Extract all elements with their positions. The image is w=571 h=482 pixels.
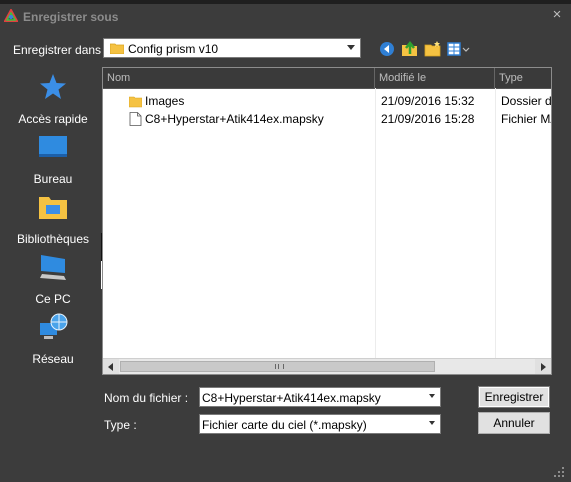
list-item[interactable]: C8+Hyperstar+Atik414ex.mapsky 21/09/2016… (103, 110, 551, 128)
place-network[interactable]: Réseau (10, 308, 96, 366)
list-item[interactable]: Images 21/09/2016 15:32 Dossier de (103, 92, 551, 110)
close-button[interactable]: × (549, 6, 565, 24)
filename-input[interactable]: C8+Hyperstar+Atik414ex.mapsky (199, 387, 441, 407)
file-list[interactable]: Nom Modifié le Type Images 21/09/2016 15… (102, 67, 552, 375)
back-icon[interactable] (378, 40, 396, 58)
save-in-dropdown[interactable]: Config prism v10 (103, 38, 361, 58)
chevron-down-icon (429, 421, 435, 425)
list-header: Nom Modifié le Type (103, 68, 551, 89)
place-libraries[interactable]: Bibliothèques (10, 188, 96, 246)
chevron-down-icon (347, 45, 355, 50)
column-divider (375, 88, 376, 358)
save-button[interactable]: Enregistrer (478, 386, 550, 408)
place-label: Réseau (32, 352, 74, 366)
filename-value: C8+Hyperstar+Atik414ex.mapsky (202, 391, 381, 405)
scroll-right-button[interactable] (535, 359, 551, 374)
current-folder-name: Config prism v10 (128, 42, 219, 56)
chevron-left-icon (108, 363, 113, 371)
column-divider (495, 88, 496, 358)
place-quick-access[interactable]: Accès rapide (10, 68, 96, 126)
save-in-label: Enregistrer dans : (13, 43, 108, 57)
horizontal-scrollbar[interactable] (103, 358, 551, 374)
desktop-icon (39, 136, 67, 157)
cancel-button[interactable]: Annuler (478, 412, 550, 434)
place-label: Bibliothèques (16, 232, 90, 246)
window-title: Enregistrer sous (23, 10, 119, 24)
chevron-down-icon (429, 394, 435, 398)
type-dropdown[interactable]: Fichier carte du ciel (*.mapsky) (199, 414, 441, 434)
up-folder-icon[interactable] (401, 40, 419, 58)
place-label: Bureau (33, 172, 73, 186)
chevron-right-icon (541, 363, 546, 371)
computer-icon (40, 255, 66, 280)
place-label: Accès rapide (18, 112, 88, 126)
column-type[interactable]: Type (495, 68, 551, 88)
app-icon (4, 9, 18, 22)
scroll-thumb[interactable] (120, 361, 435, 372)
file-name: Images (145, 94, 185, 108)
column-name[interactable]: Nom (103, 68, 375, 88)
folder-icon (110, 43, 124, 54)
scroll-left-button[interactable] (103, 359, 119, 374)
folder-icon (129, 96, 142, 108)
title-bar: Enregistrer sous × (0, 4, 571, 28)
file-name: C8+Hyperstar+Atik414ex.mapsky (145, 112, 324, 126)
file-modified: 21/09/2016 15:28 (381, 112, 475, 126)
new-folder-icon[interactable] (424, 40, 442, 58)
libraries-icon (39, 197, 67, 219)
file-type: Dossier de (501, 94, 552, 108)
place-this-pc[interactable]: Ce PC (10, 248, 96, 306)
place-desktop[interactable]: Bureau (10, 128, 96, 186)
star-icon (40, 74, 66, 99)
place-label: Ce PC (35, 292, 71, 306)
view-menu-icon[interactable] (447, 40, 471, 58)
file-modified: 21/09/2016 15:32 (381, 94, 475, 108)
type-label: Type : (104, 418, 137, 432)
file-icon (129, 112, 142, 126)
grip-icon (275, 364, 284, 369)
resize-grip-icon[interactable] (553, 466, 565, 478)
filename-label: Nom du fichier : (104, 391, 189, 405)
type-value: Fichier carte du ciel (*.mapsky) (202, 418, 367, 432)
network-icon (40, 313, 68, 339)
file-type: Fichier MA (501, 112, 551, 126)
column-modified[interactable]: Modifié le (375, 68, 495, 88)
